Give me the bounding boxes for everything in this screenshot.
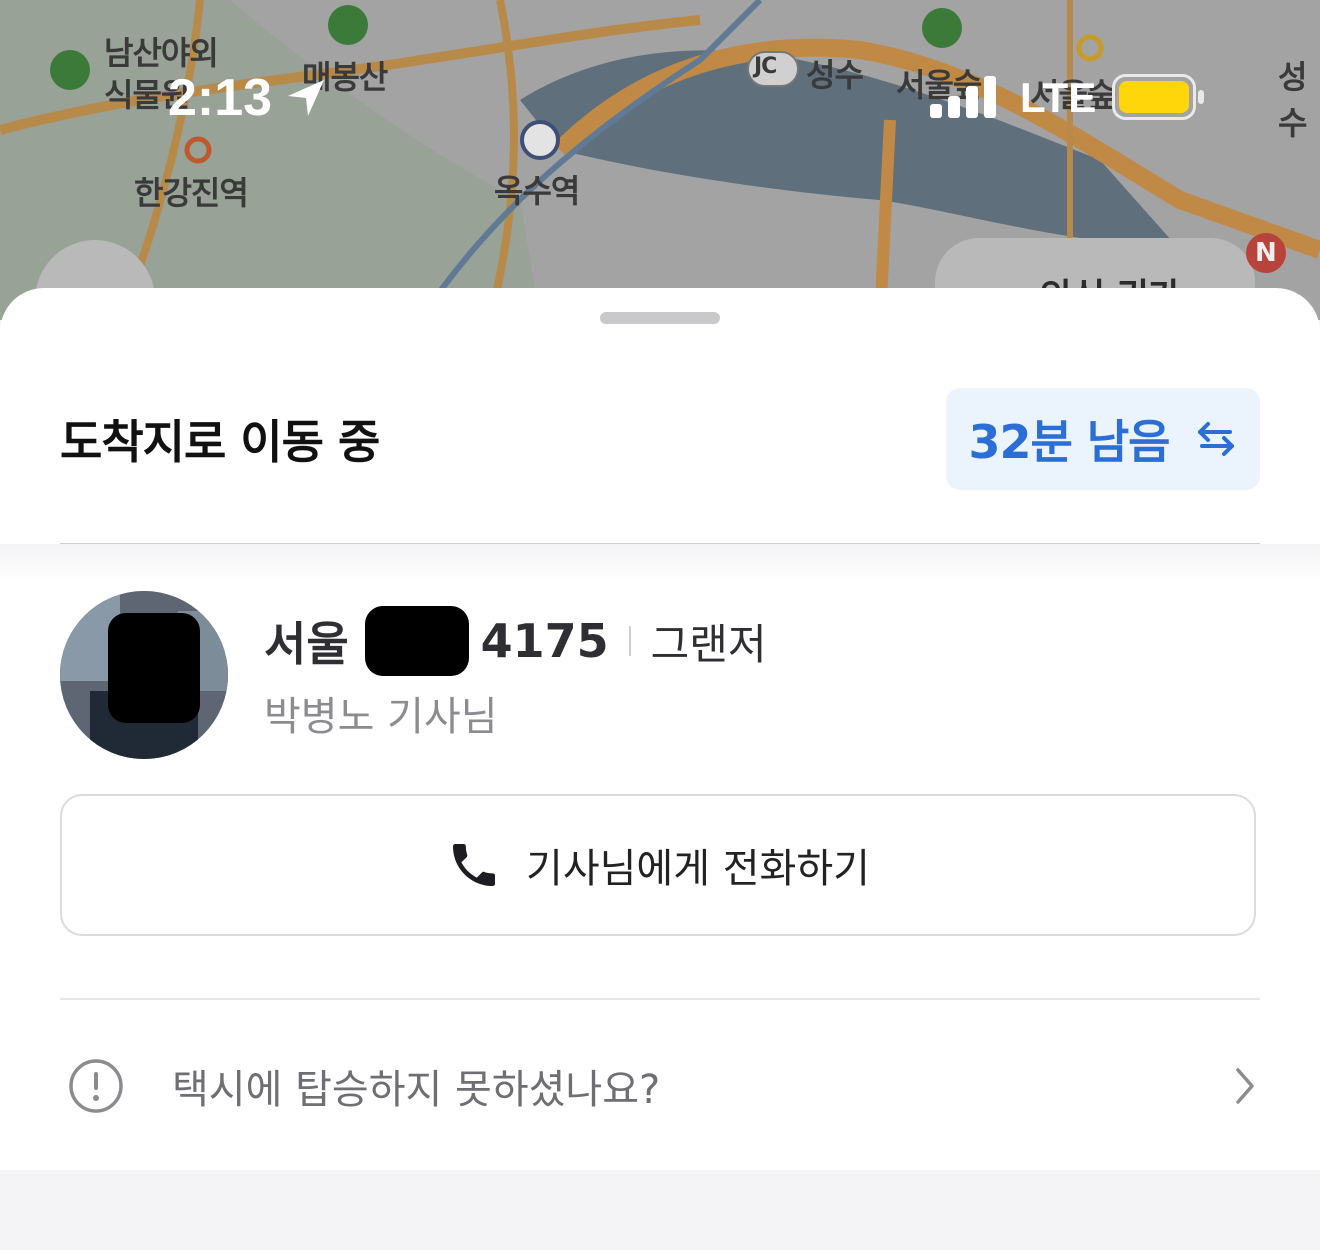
map-label: 옥수역 bbox=[494, 172, 580, 210]
missed-ride-link[interactable]: 택시에 탑승하지 못하셨나요? bbox=[60, 1036, 1260, 1136]
eta-toggle-button[interactable]: 32분 남음 bbox=[946, 388, 1260, 490]
eta-label: 32분 남음 bbox=[968, 415, 1171, 469]
plate-city: 서울 bbox=[264, 617, 349, 671]
phone-icon bbox=[446, 837, 502, 893]
plate-redacted bbox=[364, 606, 469, 676]
map-label: 성수 bbox=[806, 56, 864, 94]
map-view[interactable]: 남산야외 식물원 매봉산 한강진역 옥수역 성수 서울숲 서울숲 성수 JC 안… bbox=[0, 0, 1320, 320]
sheet-drag-handle[interactable] bbox=[600, 312, 720, 324]
ride-status-title: 도착지로 이동 중 bbox=[60, 415, 380, 469]
notice-badge[interactable]: N bbox=[1255, 238, 1277, 268]
network-label: LTE bbox=[1020, 74, 1097, 121]
divider bbox=[60, 998, 1260, 1000]
driver-avatar bbox=[60, 591, 228, 759]
driver-name: 박병노 기사님 bbox=[264, 694, 498, 740]
plate-number: 4175 bbox=[480, 614, 609, 668]
signal-bars-icon bbox=[930, 76, 998, 123]
chevron-right-icon bbox=[1230, 1064, 1260, 1108]
status-time: 2:13 bbox=[168, 69, 273, 127]
call-driver-button[interactable]: 기사님에게 전화하기 bbox=[60, 794, 1256, 936]
map-label: 한강진역 bbox=[134, 174, 249, 212]
exclamation-circle-icon bbox=[68, 1058, 124, 1114]
vehicle-model: 그랜저 bbox=[650, 619, 767, 669]
battery-icon bbox=[1112, 74, 1206, 125]
plate-separator bbox=[628, 626, 631, 656]
call-driver-label: 기사님에게 전화하기 bbox=[526, 846, 870, 892]
section-shade bbox=[0, 544, 1320, 580]
jc-badge: JC bbox=[754, 54, 777, 79]
vehicle-plate: 서울 4175 그랜저 bbox=[264, 606, 767, 676]
swap-arrows-icon bbox=[1194, 419, 1238, 459]
missed-ride-label: 택시에 탑승하지 못하셨나요? bbox=[172, 1067, 661, 1113]
ride-status-sheet: 도착지로 이동 중 32분 남음 서울 4175 그랜저 박병노 기사님 기사님… bbox=[0, 288, 1320, 1170]
map-label: 성수 bbox=[1278, 58, 1307, 142]
location-arrow-icon bbox=[284, 76, 328, 125]
